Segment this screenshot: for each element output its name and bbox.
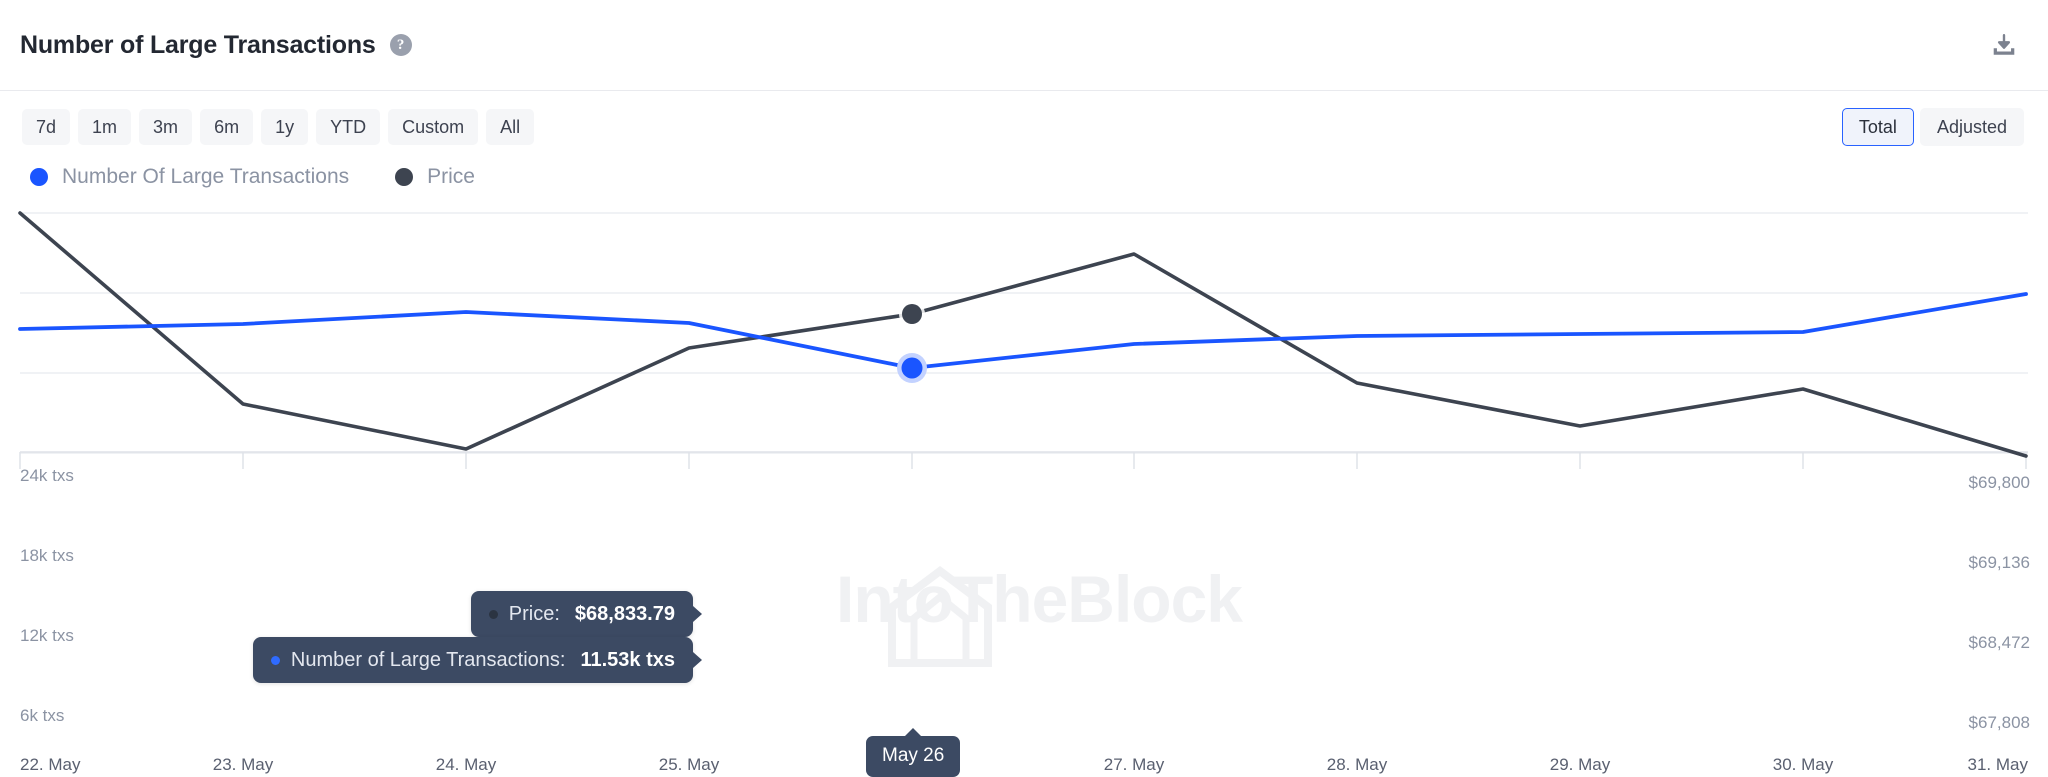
series-line-transactions — [18, 292, 2028, 370]
tooltip-transactions-value: 11.53k txs — [580, 649, 675, 671]
x-axis-label-24-may: 24. May — [435, 755, 497, 774]
x-axis-label-31-may: 31. May — [1967, 755, 2028, 774]
x-axis-label-23-may: 23. May — [212, 755, 274, 774]
chart-legend: Number Of Large Transactions Price — [0, 147, 2048, 193]
mode-toggle-group: Total Adjusted — [1841, 107, 2024, 147]
widget-header: Number of Large Transactions ? — [0, 0, 2048, 91]
x-axis-label-30-may: 30. May — [1772, 755, 1834, 774]
legend-dot-icon-price — [395, 168, 414, 186]
highlight-marker-price — [899, 301, 925, 327]
y-axis-left-label-18k: 18k txs — [20, 546, 74, 565]
x-axis-label-27-may: 27. May — [1103, 755, 1165, 774]
legend-item-transactions[interactable]: Number Of Large Transactions — [30, 165, 349, 189]
tooltip-transactions-label: Number of Large Transactions: — [290, 649, 566, 671]
range-button-3m[interactable]: 3m — [139, 108, 193, 146]
legend-label-price: Price — [427, 165, 475, 188]
y-axis-left-label-12k: 12k txs — [20, 626, 74, 645]
x-axis-label-29-may: 29. May — [1549, 755, 1611, 774]
tooltip-x-axis-date: May 26 — [866, 728, 961, 777]
page-title: Number of Large Transactions — [20, 30, 376, 59]
controls-row: 7d 1m 3m 6m 1y YTD Custom All Total Adju… — [0, 91, 2048, 147]
tooltip-price-label: Price: — [508, 603, 560, 625]
time-range-group: 7d 1m 3m 6m 1y YTD Custom All — [22, 108, 535, 146]
tooltip-dot-icon-transactions — [270, 655, 280, 665]
x-axis-ticks — [19, 452, 2027, 469]
chart-widget: Number of Large Transactions ? 7d 1m 3m … — [0, 0, 2048, 777]
tooltip-transactions: Number of Large Transactions: 11.53k txs — [252, 637, 703, 683]
x-axis-label-28-may: 28. May — [1326, 755, 1388, 774]
y-axis-right-label-67808: $67,808 — [1968, 713, 2030, 732]
chart-canvas — [18, 211, 2028, 469]
legend-label-transactions: Number Of Large Transactions — [62, 165, 350, 188]
x-axis-label-25-may: 25. May — [658, 755, 720, 774]
y-axis-left-label-24k: 24k txs — [20, 466, 74, 485]
mode-button-total[interactable]: Total — [1841, 107, 1914, 147]
legend-item-price[interactable]: Price — [395, 165, 475, 189]
y-axis-left-label-6k: 6k txs — [20, 706, 65, 725]
tooltip-price-value: $68,833.79 — [574, 603, 675, 625]
chart-plot-area[interactable]: IntoTheBlock 24k txs 18k txs 12k txs 6k … — [0, 193, 2048, 777]
highlight-marker-transactions — [897, 353, 927, 383]
mode-button-adjusted[interactable]: Adjusted — [1919, 107, 2024, 147]
range-button-6m[interactable]: 6m — [200, 108, 254, 146]
range-button-1y[interactable]: 1y — [261, 108, 309, 146]
download-icon[interactable] — [1984, 25, 2024, 65]
tooltip-dot-icon-price — [488, 609, 498, 619]
y-axis-right-label-68472: $68,472 — [1968, 633, 2030, 652]
range-button-7d[interactable]: 7d — [22, 108, 71, 146]
range-button-ytd[interactable]: YTD — [316, 108, 381, 146]
question-mark-circle-icon[interactable]: ? — [389, 34, 412, 56]
range-button-1m[interactable]: 1m — [78, 108, 132, 146]
legend-dot-icon-transactions — [30, 168, 48, 186]
tooltip-price: Price: $68,833.79 — [470, 591, 703, 637]
range-button-all[interactable]: All — [486, 108, 535, 146]
range-button-custom[interactable]: Custom — [388, 108, 479, 146]
y-axis-right-label-69136: $69,136 — [1968, 553, 2030, 572]
y-axis-right-label-69800: $69,800 — [1968, 473, 2030, 492]
x-axis-label-22-may: 22. May — [20, 755, 81, 774]
